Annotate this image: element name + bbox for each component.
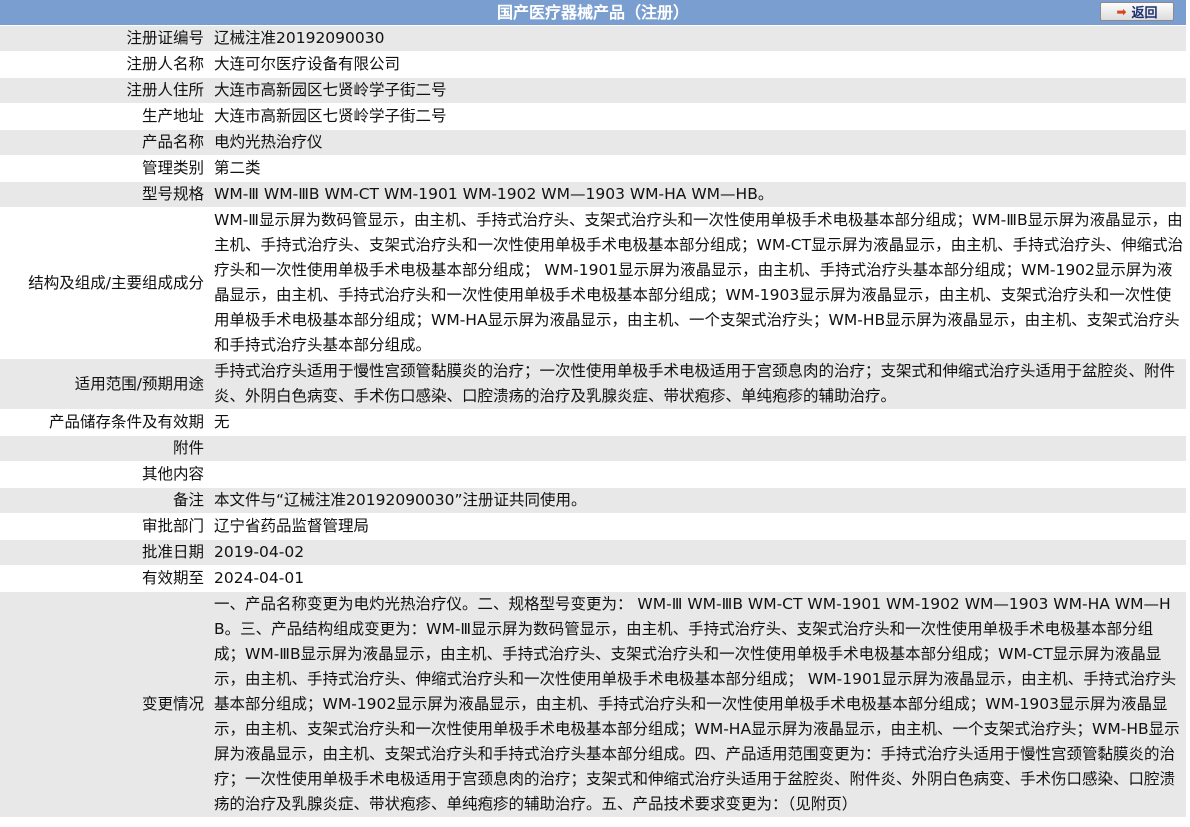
detail-row: 注册人名称 大连可尔医疗设备有限公司 (0, 51, 1186, 78)
detail-row: 有效期至 2024-04-01 (0, 565, 1186, 592)
field-label: 注册人住所 (0, 77, 208, 104)
field-value: 辽械注准20192090030 (208, 26, 1186, 52)
detail-row: 适用范围/预期用途 手持式治疗头适用于慢性宫颈管黏膜炎的治疗；一次性使用单极手术电… (0, 358, 1186, 410)
field-label: 型号规格 (0, 181, 208, 208)
field-value: WM-Ⅲ WM-ⅢB WM-CT WM-1901 WM-1902 WM—1903… (208, 181, 1186, 208)
detail-row: 注册人住所 大连市高新园区七贤岭学子街二号 (0, 77, 1186, 104)
field-value: 大连市高新园区七贤岭学子街二号 (208, 77, 1186, 104)
detail-row: 其他内容 (0, 461, 1186, 488)
field-value: 第二类 (208, 155, 1186, 182)
detail-row: 生产地址 大连市高新园区七贤岭学子街二号 (0, 103, 1186, 130)
field-value (208, 435, 1186, 462)
detail-row: 产品名称 电灼光热治疗仪 (0, 129, 1186, 156)
field-value: 大连市高新园区七贤岭学子街二号 (208, 103, 1186, 130)
detail-table: 注册证编号 辽械注准20192090030 注册人名称 大连可尔医疗设备有限公司 注册人… (0, 26, 1186, 818)
field-label: 审批部门 (0, 513, 208, 540)
field-value (208, 461, 1186, 488)
field-value: 无 (208, 409, 1186, 436)
field-label: 有效期至 (0, 565, 208, 592)
field-label: 注册证编号 (0, 26, 208, 52)
field-label: 备注 (0, 487, 208, 514)
detail-row: 结构及组成/主要组成成分 WM-Ⅲ显示屏为数码管显示，由主机、手持式治疗头、支架式… (0, 207, 1186, 359)
field-label: 注册人名称 (0, 51, 208, 78)
detail-row: 批准日期 2019-04-02 (0, 539, 1186, 566)
detail-row: 变更情况 一、产品名称变更为电灼光热治疗仪。二、规格型号变更为： WM-Ⅲ WM-… (0, 591, 1186, 818)
arrow-right-icon: ➡ (1116, 4, 1127, 19)
detail-row: 备注 本文件与“辽械注准20192090030”注册证共同使用。 (0, 487, 1186, 514)
back-button[interactable]: ➡ 返回 (1100, 2, 1174, 21)
field-value: 一、产品名称变更为电灼光热治疗仪。二、规格型号变更为： WM-Ⅲ WM-ⅢB W… (208, 591, 1186, 818)
field-value: WM-Ⅲ显示屏为数码管显示，由主机、手持式治疗头、支架式治疗头和一次性使用单极手… (208, 207, 1186, 359)
field-value: 2024-04-01 (208, 565, 1186, 592)
field-value: 辽宁省药品监督管理局 (208, 513, 1186, 540)
detail-row: 审批部门 辽宁省药品监督管理局 (0, 513, 1186, 540)
field-value: 本文件与“辽械注准20192090030”注册证共同使用。 (208, 487, 1186, 514)
page-title: 国产医疗器械产品（注册） (496, 3, 689, 22)
detail-row: 附件 (0, 435, 1186, 462)
field-value: 大连可尔医疗设备有限公司 (208, 51, 1186, 78)
field-label: 结构及组成/主要组成成分 (0, 207, 208, 359)
field-label: 适用范围/预期用途 (0, 358, 208, 410)
field-value: 手持式治疗头适用于慢性宫颈管黏膜炎的治疗；一次性使用单极手术电极适用于宫颈息肉的… (208, 358, 1186, 410)
field-label: 批准日期 (0, 539, 208, 566)
detail-page: 国产医疗器械产品（注册） ➡ 返回 注册证编号 辽械注准20192090030 注册… (0, 0, 1186, 818)
title-bar: 国产医疗器械产品（注册） ➡ 返回 (0, 0, 1186, 26)
detail-row: 注册证编号 辽械注准20192090030 (0, 26, 1186, 52)
field-label: 生产地址 (0, 103, 208, 130)
field-label: 产品名称 (0, 129, 208, 156)
field-value: 电灼光热治疗仪 (208, 129, 1186, 156)
detail-row: 型号规格 WM-Ⅲ WM-ⅢB WM-CT WM-1901 WM-1902 WM—… (0, 181, 1186, 208)
field-label: 其他内容 (0, 461, 208, 488)
field-label: 产品储存条件及有效期 (0, 409, 208, 436)
field-label: 变更情况 (0, 591, 208, 818)
field-label: 附件 (0, 435, 208, 462)
field-label: 管理类别 (0, 155, 208, 182)
detail-row: 管理类别 第二类 (0, 155, 1186, 182)
field-value: 2019-04-02 (208, 539, 1186, 566)
detail-row: 产品储存条件及有效期无 (0, 409, 1186, 436)
back-button-label: 返回 (1131, 6, 1158, 21)
